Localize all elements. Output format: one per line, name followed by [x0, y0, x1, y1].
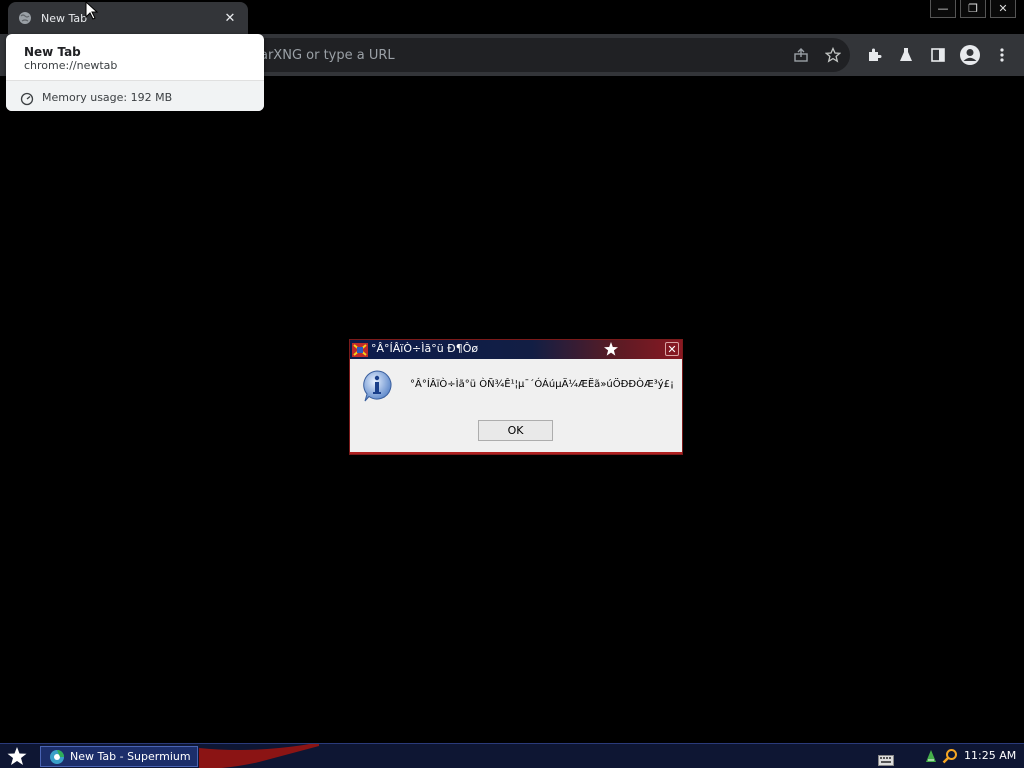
browser-app-icon: [49, 749, 65, 765]
tab-hover-card: New Tab chrome://newtab Memory usage: 19…: [6, 34, 264, 111]
dialog-title: °Â°ÍÂïÒ÷Ìã°ü Ð¶Ôø: [371, 342, 479, 355]
dialog-message: °Â°ÍÂïÒ÷Ìã°ü ÒÑ¾­Ê¹¦µ¯´ÓÁúµÄ¼ÆËã»úÖÐÐÒÆ³…: [410, 379, 675, 390]
share-icon[interactable]: [793, 47, 809, 63]
ok-button[interactable]: OK: [478, 420, 553, 441]
taskbar-item-label: New Tab - Supermium: [70, 750, 191, 763]
taskbar: New Tab - Supermium 11:25 AM: [0, 743, 1024, 768]
start-button-star-icon[interactable]: [6, 746, 28, 766]
dialog-bottom-border: [350, 452, 682, 454]
dialog-titlebar: °Â°ÍÂïÒ÷Ìã°ü Ð¶Ôø ✕: [350, 340, 682, 359]
dialog-close-button[interactable]: ✕: [665, 342, 679, 356]
restore-button[interactable]: ❐: [960, 0, 986, 18]
window-close-button[interactable]: ✕: [990, 0, 1016, 18]
globe-icon: [18, 11, 32, 25]
browser-titlebar: New Tab ✕ — ❐ ✕: [0, 0, 1024, 34]
tab-close-button[interactable]: ✕: [222, 10, 238, 26]
bookmark-star-icon[interactable]: [825, 47, 841, 63]
taskbar-clock: 11:25 AM: [964, 749, 1017, 762]
hover-card-title: New Tab: [24, 45, 81, 59]
tab-title: New Tab: [41, 11, 88, 25]
dialog-app-icon: [352, 342, 368, 357]
tab-new-tab[interactable]: New Tab ✕: [8, 2, 248, 34]
memory-gauge-icon: [20, 91, 34, 106]
window-controls: — ❐ ✕: [930, 0, 1016, 18]
side-panel-icon[interactable]: [929, 46, 947, 64]
keyboard-icon[interactable]: [878, 751, 894, 766]
search-icon[interactable]: [942, 748, 958, 764]
mouse-cursor-icon: [85, 0, 99, 21]
hover-card-memory: Memory usage: 192 MB: [42, 91, 173, 104]
profile-icon[interactable]: [959, 44, 981, 66]
hover-card-url: chrome://newtab: [24, 59, 118, 72]
minimize-button[interactable]: —: [930, 0, 956, 18]
desktop-screen: New Tab ✕ — ❐ ✕ arXNG or type a URL New …: [0, 0, 1024, 768]
info-icon: [361, 369, 393, 403]
taskbar-decoration: [199, 744, 319, 768]
labs-flask-icon[interactable]: [897, 46, 915, 64]
extensions-icon[interactable]: [865, 46, 883, 64]
star-emblem-icon: [603, 341, 619, 357]
omnibox-placeholder: arXNG or type a URL: [260, 48, 395, 63]
info-dialog: °Â°ÍÂïÒ÷Ìã°ü Ð¶Ôø ✕ °Â°ÍÂïÒ÷Ìã°ü ÒÑ¾­Ê¹¦…: [349, 339, 683, 455]
menu-icon[interactable]: [993, 46, 1011, 64]
network-icon[interactable]: [924, 748, 938, 764]
taskbar-item-browser[interactable]: New Tab - Supermium: [40, 746, 198, 767]
